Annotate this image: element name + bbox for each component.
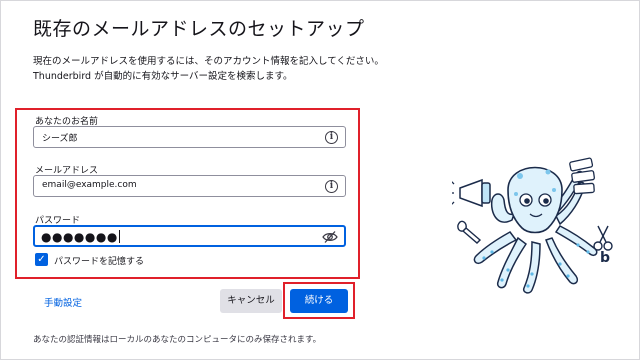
description-line-2: Thunderbird が自動的に有効なサーバー設定を検索します。 [33, 71, 293, 82]
cancel-button[interactable]: キャンセル [220, 289, 282, 313]
check-icon[interactable]: ✓ [35, 253, 48, 266]
scissors-icon [593, 225, 613, 251]
password-field[interactable]: ●●●●●●● [33, 225, 346, 247]
name-field-value: シーズ郎 [42, 134, 78, 144]
password-field-value: ●●●●●●● [41, 230, 120, 244]
password-masked-text: ●●●●●●● [41, 230, 118, 244]
eye-slash-icon[interactable] [322, 230, 338, 244]
storage-note: あなたの認証情報はローカルのあなたのコンピュータにのみ保存されます。 [33, 335, 322, 345]
wrench-icon [457, 220, 482, 244]
octopus-mascot-illustration: b [452, 157, 613, 294]
remember-password-label: パスワードを記憶する [54, 257, 145, 267]
email-field[interactable]: email@example.com i [33, 175, 346, 197]
info-icon[interactable]: i [325, 180, 338, 193]
description-line-1: 現在のメールアドレスを使用するには、そのアカウント情報を記入してください。 [33, 56, 384, 67]
info-icon[interactable]: i [325, 131, 338, 144]
svg-text:b: b [600, 250, 610, 266]
continue-button[interactable]: 続ける [290, 289, 348, 313]
name-field[interactable]: シーズ郎 i [33, 126, 346, 148]
page-title: 既存のメールアドレスのセットアップ [33, 18, 365, 40]
page-description: 現在のメールアドレスを使用するには、そのアカウント情報を記入してください。 Th… [33, 54, 413, 84]
manual-config-link[interactable]: 手動設定 [44, 295, 82, 309]
megaphone-icon [452, 178, 491, 208]
email-field-value: email@example.com [42, 180, 137, 190]
